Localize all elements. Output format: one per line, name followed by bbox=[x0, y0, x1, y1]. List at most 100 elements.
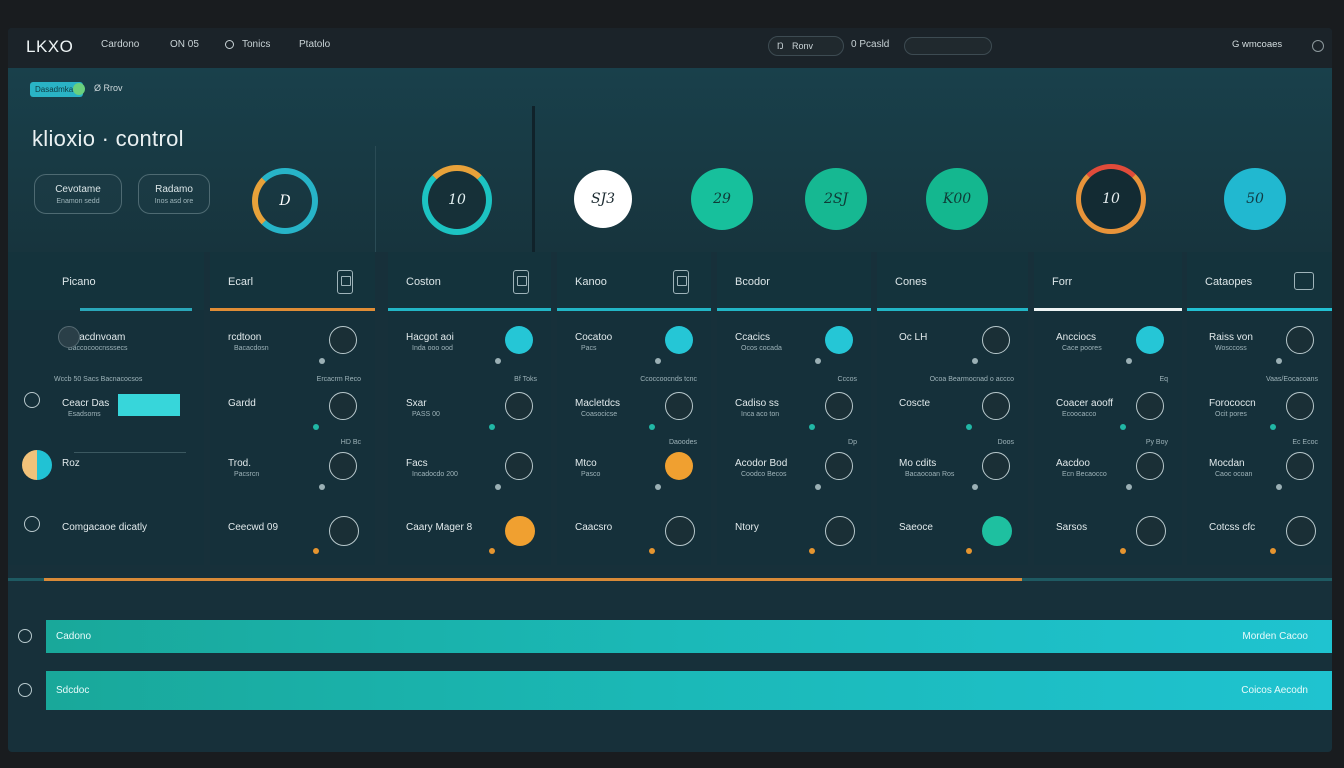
device-icon[interactable] bbox=[673, 270, 689, 294]
alert-gauge[interactable]: 10 bbox=[1076, 164, 1146, 234]
dial-icon[interactable] bbox=[329, 452, 357, 480]
level-slider[interactable] bbox=[118, 394, 180, 416]
toggle-icon[interactable] bbox=[24, 392, 40, 408]
search-field[interactable]: Ŋ Ronv bbox=[768, 36, 844, 56]
metric-circle-4[interactable]: K00 bbox=[926, 168, 988, 230]
camera-icon[interactable] bbox=[58, 326, 80, 348]
action-circle-icon[interactable] bbox=[665, 326, 693, 354]
row-label[interactable]: Roz bbox=[62, 458, 80, 469]
dial-icon[interactable] bbox=[505, 392, 533, 420]
dial-icon[interactable] bbox=[982, 392, 1010, 420]
level-gauge[interactable]: 10 bbox=[422, 165, 492, 235]
row-label[interactable]: Ccacics bbox=[735, 332, 770, 343]
secondary-input[interactable] bbox=[904, 37, 992, 55]
app-logo[interactable]: LKXO bbox=[26, 37, 73, 57]
menu-radio-icon[interactable] bbox=[225, 40, 234, 49]
hero-button-2[interactable]: Radamo Inos asd ore bbox=[138, 174, 210, 214]
row-label[interactable]: Sarsos bbox=[1056, 522, 1087, 533]
panel-title[interactable]: Coston bbox=[406, 276, 441, 288]
panel-title[interactable]: Forr bbox=[1052, 276, 1072, 288]
row-label[interactable]: Coscte bbox=[899, 398, 930, 409]
dial-icon[interactable] bbox=[1286, 392, 1314, 420]
dial-icon[interactable] bbox=[825, 516, 855, 546]
row-label[interactable]: Cadiso ss bbox=[735, 398, 779, 409]
timer-gauge[interactable]: D bbox=[252, 168, 318, 234]
menu-item-1[interactable]: Cardono bbox=[101, 39, 139, 50]
device-icon[interactable] bbox=[1294, 272, 1314, 290]
row-label[interactable]: Aacdoo bbox=[1056, 458, 1090, 469]
row-label[interactable]: Trod. bbox=[228, 458, 251, 469]
row-label[interactable]: Acodor Bod bbox=[735, 458, 787, 469]
dial-icon[interactable] bbox=[1136, 452, 1164, 480]
row-label[interactable]: Caary Mager 8 bbox=[406, 522, 472, 533]
dial-icon[interactable] bbox=[329, 392, 357, 420]
bar-2-icon[interactable] bbox=[18, 683, 32, 697]
row-label[interactable]: Caacsro bbox=[575, 522, 612, 533]
row-label[interactable]: Sxar bbox=[406, 398, 427, 409]
dial-icon[interactable] bbox=[329, 516, 359, 546]
dial-icon[interactable] bbox=[505, 452, 533, 480]
row-label[interactable]: Cocatoo bbox=[575, 332, 612, 343]
dial-icon[interactable] bbox=[982, 452, 1010, 480]
panel-title[interactable]: Kanoo bbox=[575, 276, 607, 288]
row-label[interactable]: Forococcn bbox=[1209, 398, 1256, 409]
row-label[interactable]: Gardd bbox=[228, 398, 256, 409]
dial-icon[interactable] bbox=[1136, 392, 1164, 420]
device-icon[interactable] bbox=[513, 270, 529, 294]
row-label[interactable]: Ceacr Das bbox=[62, 398, 109, 409]
action-circle-icon[interactable] bbox=[825, 326, 853, 354]
dial-icon[interactable] bbox=[329, 326, 357, 354]
dial-icon[interactable] bbox=[1286, 452, 1314, 480]
action-circle-icon[interactable] bbox=[505, 326, 533, 354]
action-circle-icon[interactable] bbox=[982, 516, 1012, 546]
panel-title[interactable]: Picano bbox=[62, 276, 96, 288]
action-circle-icon[interactable] bbox=[1136, 326, 1164, 354]
dial-icon[interactable] bbox=[1286, 516, 1316, 546]
panel-title[interactable]: Cataopes bbox=[1205, 276, 1252, 288]
action-bar-2[interactable]: Sdcdoc Coicos Aecodn bbox=[46, 671, 1332, 710]
panel-title[interactable]: Cones bbox=[895, 276, 927, 288]
dial-icon[interactable] bbox=[665, 516, 695, 546]
row-label[interactable]: Ancciocs bbox=[1056, 332, 1096, 343]
device-icon[interactable] bbox=[337, 270, 353, 294]
window-close-icon[interactable] bbox=[1312, 40, 1324, 52]
status-pie-icon[interactable] bbox=[22, 450, 52, 480]
menu-item-3[interactable]: Tonics bbox=[242, 39, 270, 50]
dial-icon[interactable] bbox=[1286, 326, 1314, 354]
row-label[interactable]: Mocdan bbox=[1209, 458, 1245, 469]
dial-icon[interactable] bbox=[665, 392, 693, 420]
metric-circle-5[interactable]: 50 bbox=[1224, 168, 1286, 230]
hero-button-1[interactable]: Cevotame Enamon sedd bbox=[34, 174, 122, 214]
row-label[interactable]: Saeoce bbox=[899, 522, 933, 533]
metric-circle-3[interactable]: 2SJ bbox=[805, 168, 867, 230]
row-label[interactable]: Coacer aooff bbox=[1056, 398, 1113, 409]
metric-circle-2[interactable]: 29 bbox=[691, 168, 753, 230]
bar-1-icon[interactable] bbox=[18, 629, 32, 643]
row-label[interactable]: Facs bbox=[406, 458, 428, 469]
action-bar-1[interactable]: Cadono Morden Cacoo bbox=[46, 620, 1332, 653]
panel-title[interactable]: Ecarl bbox=[228, 276, 253, 288]
row-label[interactable]: Comgacaoe dicatly bbox=[62, 522, 147, 533]
dial-icon[interactable] bbox=[825, 392, 853, 420]
dial-icon[interactable] bbox=[1136, 516, 1166, 546]
row-label[interactable]: Cotcss cfc bbox=[1209, 522, 1255, 533]
menu-item-2[interactable]: ON 05 bbox=[170, 39, 199, 50]
panel-title[interactable]: Bcodor bbox=[735, 276, 770, 288]
row-label[interactable]: Oc LH bbox=[899, 332, 927, 343]
row-label[interactable]: Hacgot aoi bbox=[406, 332, 454, 343]
action-circle-icon[interactable] bbox=[505, 516, 535, 546]
action-circle-icon[interactable] bbox=[665, 452, 693, 480]
toggle-icon[interactable] bbox=[24, 516, 40, 532]
row-label[interactable]: Macletdcs bbox=[575, 398, 620, 409]
toggle-label[interactable]: 0 Pcasld bbox=[851, 39, 889, 50]
row-label[interactable]: rcdtoon bbox=[228, 332, 261, 343]
row-label[interactable]: Raiss von bbox=[1209, 332, 1253, 343]
dial-icon[interactable] bbox=[982, 326, 1010, 354]
dial-icon[interactable] bbox=[825, 452, 853, 480]
row-label[interactable]: Mo cdits bbox=[899, 458, 936, 469]
row-label[interactable]: Ntory bbox=[735, 522, 759, 533]
row-label[interactable]: Ceecwd 09 bbox=[228, 522, 278, 533]
metric-circle-1[interactable]: SJ3 bbox=[574, 170, 632, 228]
menu-item-4[interactable]: Ptatolo bbox=[299, 39, 330, 50]
account-label[interactable]: G wmcoaes bbox=[1232, 39, 1282, 50]
